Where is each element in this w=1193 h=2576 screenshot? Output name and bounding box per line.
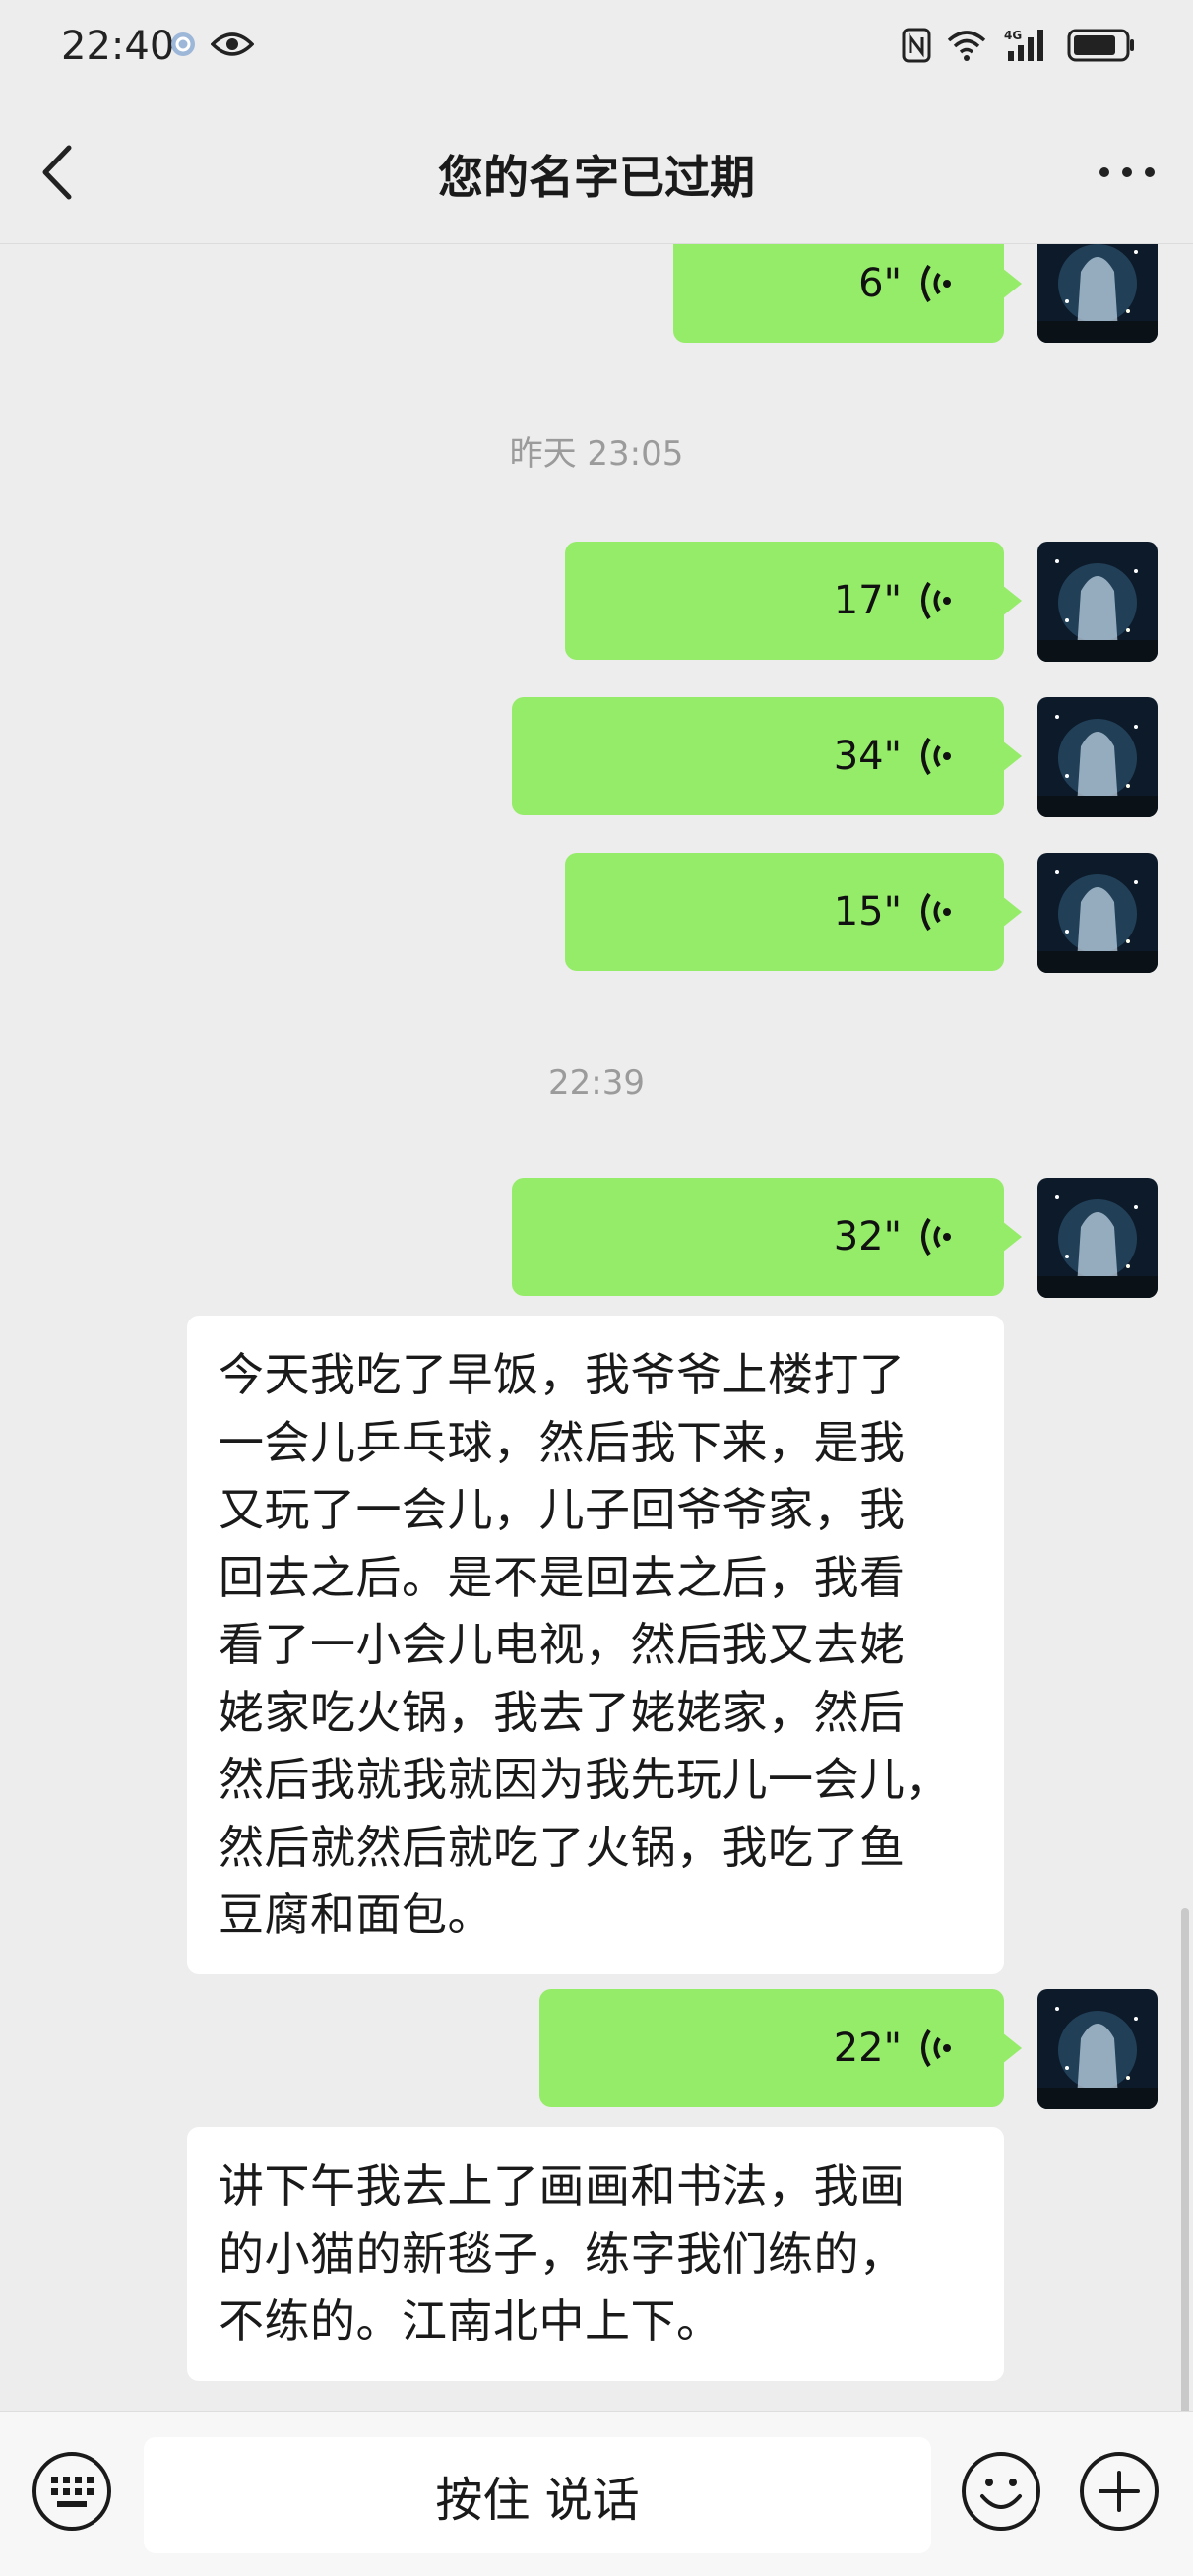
avatar[interactable] (1037, 1989, 1158, 2109)
wifi-icon (947, 29, 986, 66)
more-button[interactable] (1093, 148, 1162, 197)
timestamp: 22:39 (548, 1063, 645, 1103)
voice-wave-icon (921, 2029, 951, 2068)
avatar[interactable] (1037, 853, 1158, 973)
voice-message[interactable]: 34" (512, 697, 1022, 815)
voice-message[interactable]: 17" (565, 542, 1022, 660)
input-bar: 按住 说话 (0, 2411, 1193, 2576)
voice-wave-icon (921, 737, 951, 776)
more-actions-button[interactable] (1077, 2449, 1162, 2534)
voice-duration: 6" (858, 261, 902, 306)
voice-wave-icon (921, 581, 951, 620)
battery-icon (1067, 29, 1136, 66)
voice-transcription[interactable]: 今天我吃了早饭，我爷爷上楼打了 一会儿乒乓球，然后我下来，是我 又玩了一会儿，儿… (187, 1316, 1004, 1974)
avatar[interactable] (1037, 244, 1158, 343)
voice-message[interactable]: 6" (673, 244, 1022, 343)
avatar[interactable] (1037, 1178, 1158, 1298)
voice-message[interactable]: 22" (539, 1989, 1022, 2107)
chat-area[interactable]: 6" 昨天 23:05 17" 34" 15" 22:39 32" 今天我吃了早… (0, 244, 1193, 2411)
signal-icon: 4G (1002, 28, 1051, 67)
voice-wave-icon (921, 892, 951, 932)
scrollbar[interactable] (1181, 1908, 1189, 2411)
emoji-button[interactable] (959, 2449, 1043, 2534)
title-bar: 您的名字已过期 (0, 98, 1193, 244)
svg-text:4G: 4G (1004, 29, 1022, 42)
voice-duration: 15" (833, 889, 902, 934)
voice-duration: 32" (833, 1214, 902, 1259)
timestamp: 昨天 23:05 (509, 434, 684, 474)
status-bar: 22:40 4G (0, 0, 1193, 98)
voice-duration: 17" (833, 578, 902, 623)
keyboard-icon (32, 2452, 111, 2531)
app-notification-icon (169, 31, 197, 62)
voice-duration: 34" (833, 734, 902, 779)
status-time: 22:40 (61, 24, 175, 69)
voice-wave-icon (921, 264, 951, 303)
chat-screen: 22:40 4G 您的名字已过期 6" 昨天 23:05 17" 34" 15"… (0, 0, 1193, 2576)
plus-icon (1080, 2452, 1159, 2531)
voice-message[interactable]: 32" (512, 1178, 1022, 1296)
keyboard-toggle-button[interactable] (30, 2449, 114, 2534)
voice-message[interactable]: 15" (565, 853, 1022, 971)
voice-duration: 22" (833, 2026, 902, 2071)
more-icon (1099, 167, 1155, 177)
hold-to-talk-button[interactable]: 按住 说话 (144, 2437, 931, 2553)
emoji-icon (962, 2452, 1040, 2531)
avatar[interactable] (1037, 697, 1158, 817)
eye-icon (210, 30, 255, 63)
page-title: 您的名字已过期 (438, 151, 755, 204)
avatar[interactable] (1037, 542, 1158, 662)
voice-transcription[interactable]: 讲下午我去上了画画和书法，我画 的小猫的新毯子，练字我们练的， 不练的。江南北中… (187, 2127, 1004, 2381)
nfc-icon (902, 28, 931, 67)
voice-wave-icon (921, 1217, 951, 1256)
